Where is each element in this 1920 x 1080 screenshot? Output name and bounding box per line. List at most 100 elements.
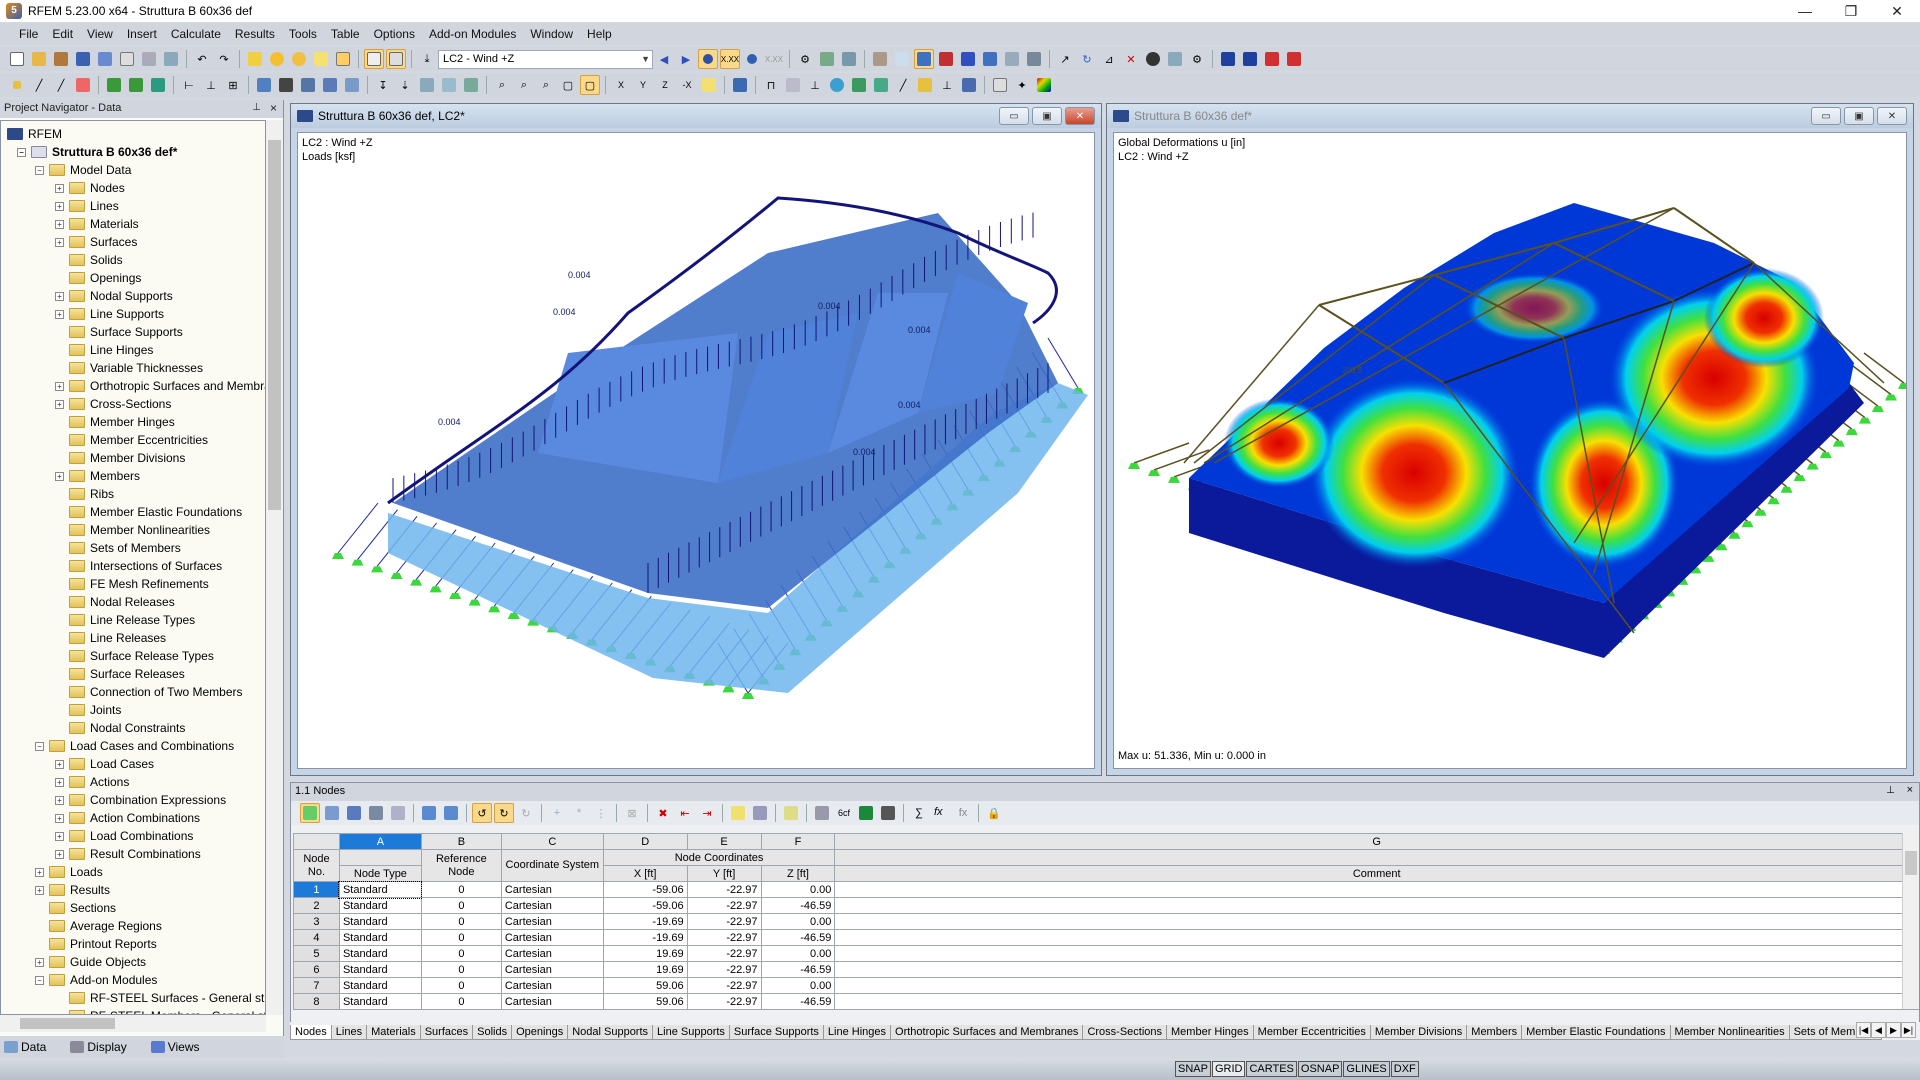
menu-file[interactable]: File: [12, 27, 45, 41]
print-icon[interactable]: [139, 49, 159, 69]
deformations-canvas[interactable]: Global Deformations u [in] LC2 : Wind +Z: [1113, 132, 1907, 769]
nav-item-intersections-of-surfaces[interactable]: Intersections of Surfaces: [55, 557, 222, 575]
menu-window[interactable]: Window: [523, 27, 580, 41]
tab-surfaces[interactable]: Surfaces: [419, 1025, 474, 1040]
view-maximize-button[interactable]: ▣: [1844, 107, 1874, 125]
menu-table[interactable]: Table: [324, 27, 367, 41]
zoom-window-icon[interactable]: ⌕: [514, 75, 534, 95]
visibility-icon[interactable]: ⊞: [223, 75, 243, 95]
col-letter-e[interactable]: E: [686, 833, 762, 850]
nav-item-variable-thicknesses[interactable]: Variable Thicknesses: [55, 359, 203, 377]
pin-icon[interactable]: ⊥: [252, 102, 261, 113]
nav-item-rf-steel-surfaces-general-stress[interactable]: RF-STEEL Surfaces - General stress: [55, 989, 265, 1007]
cell-x[interactable]: 19.69: [602, 961, 688, 978]
cell-no[interactable]: 8: [293, 993, 340, 1010]
cell-sys[interactable]: Cartesian: [500, 993, 604, 1010]
results-icon[interactable]: [742, 49, 762, 69]
tab-nodal-supports[interactable]: Nodal Supports: [567, 1025, 654, 1040]
menu-options[interactable]: Options: [367, 27, 422, 41]
dimension-icon[interactable]: [1024, 49, 1044, 69]
view-neg-x-icon[interactable]: -X: [677, 75, 697, 95]
menu-tools[interactable]: Tools: [282, 27, 324, 41]
cell-sys[interactable]: Cartesian: [500, 897, 604, 914]
box-view-icon[interactable]: ▢: [558, 75, 578, 95]
building-icon[interactable]: [1002, 49, 1022, 69]
surface-support-icon[interactable]: [148, 75, 168, 95]
cell-ref[interactable]: 0: [420, 977, 502, 994]
lock-icon[interactable]: 🔒: [984, 803, 1004, 823]
edit-pen-icon[interactable]: [781, 803, 801, 823]
cell-no[interactable]: 7: [293, 977, 340, 994]
view-z-axis-icon[interactable]: Z: [655, 75, 675, 95]
view-minimize-button[interactable]: ▭: [1811, 107, 1841, 125]
edit-graphic-icon[interactable]: [245, 49, 265, 69]
sync-selection-icon[interactable]: ↺: [472, 803, 492, 823]
nav-item-member-hinges[interactable]: Member Hinges: [55, 413, 175, 431]
excel-icon[interactable]: [856, 803, 876, 823]
nav-item-surface-releases[interactable]: Surface Releases: [55, 665, 185, 683]
nav-tab-display[interactable]: Display: [70, 1040, 138, 1054]
cell-z[interactable]: 0.00: [760, 977, 836, 994]
cell-no[interactable]: 5: [293, 945, 340, 962]
cell-type[interactable]: Standard: [338, 977, 422, 994]
rows-icon[interactable]: [750, 803, 770, 823]
table-row[interactable]: 8 Standard 0 Cartesian 59.06 -22.97 -46.59: [293, 993, 1919, 1010]
toggle-osnap[interactable]: OSNAP: [1297, 1061, 1343, 1077]
insert-icon[interactable]: [311, 49, 331, 69]
expand-icon[interactable]: +: [55, 309, 64, 319]
wireframe-icon[interactable]: ⊓: [761, 75, 781, 95]
table-row[interactable]: 6 Standard 0 Cartesian 19.69 -22.97 -46.59: [293, 961, 1919, 978]
collapse-icon[interactable]: −: [17, 147, 26, 157]
tab-solids[interactable]: Solids: [472, 1025, 513, 1040]
expand-icon[interactable]: +: [55, 399, 64, 409]
cell-type[interactable]: Standard: [338, 945, 422, 962]
target-icon[interactable]: [289, 49, 309, 69]
view-iso-icon[interactable]: [914, 49, 934, 69]
member-load-icon[interactable]: ⇣: [395, 75, 415, 95]
table-results2-icon[interactable]: [839, 49, 859, 69]
cell-y[interactable]: -22.97: [686, 993, 762, 1010]
minimize-button[interactable]: —: [1782, 0, 1828, 22]
nav-item-load-combinations[interactable]: + Load Combinations: [55, 827, 193, 845]
move-left-icon[interactable]: ⇤: [675, 803, 695, 823]
col-letter-g[interactable]: G: [834, 833, 1919, 850]
tab-member-eccentricities[interactable]: Member Eccentricities: [1252, 1025, 1371, 1040]
toggle-grid[interactable]: GRID: [1211, 1061, 1246, 1077]
cell-type[interactable]: Standard: [338, 913, 422, 930]
collapse-icon[interactable]: −: [35, 165, 44, 175]
grid-snap-icon[interactable]: [892, 49, 912, 69]
menu-view[interactable]: View: [80, 27, 120, 41]
model-icon[interactable]: [783, 75, 803, 95]
cell-sys[interactable]: Cartesian: [500, 913, 604, 930]
calculator-icon[interactable]: [878, 803, 898, 823]
print-table-icon[interactable]: [812, 803, 832, 823]
nav-item-result-combinations[interactable]: + Result Combinations: [55, 845, 201, 863]
view-y-icon[interactable]: [958, 49, 978, 69]
expand-icon[interactable]: +: [35, 867, 44, 877]
close-button[interactable]: ✕: [1874, 0, 1920, 22]
col-letter-a[interactable]: A: [338, 833, 422, 850]
perspective-icon[interactable]: ▢: [580, 75, 600, 95]
nav-item-cross-sections[interactable]: + Cross-Sections: [55, 395, 171, 413]
dimension-line-icon[interactable]: ⊢: [179, 75, 199, 95]
insert-below-icon[interactable]: [344, 803, 364, 823]
color-scale-icon[interactable]: [1034, 75, 1054, 95]
expand-icon[interactable]: +: [55, 813, 64, 823]
tab-members[interactable]: Members: [1466, 1025, 1523, 1040]
table-row[interactable]: 3 Standard 0 Cartesian -19.69 -22.97 0.00: [293, 913, 1919, 930]
solid-icon[interactable]: [298, 75, 318, 95]
view-x-axis-icon[interactable]: X: [611, 75, 631, 95]
export-icon[interactable]: [441, 803, 461, 823]
new-file-icon[interactable]: [7, 49, 27, 69]
new-line-icon[interactable]: ╱: [29, 75, 49, 95]
nav-item-add-on-modules[interactable]: − Add-on Modules: [35, 971, 157, 989]
surface-load-icon[interactable]: [417, 75, 437, 95]
view-close-button[interactable]: ✕: [1065, 107, 1095, 125]
imposed-load-icon[interactable]: [461, 75, 481, 95]
cell-type[interactable]: Standard: [338, 880, 423, 899]
cell-sys[interactable]: Cartesian: [500, 977, 604, 994]
expand-icon[interactable]: +: [35, 885, 44, 895]
expand-icon[interactable]: +: [55, 831, 64, 841]
insert-row-icon[interactable]: [322, 803, 342, 823]
cell-sys[interactable]: Cartesian: [500, 945, 604, 962]
